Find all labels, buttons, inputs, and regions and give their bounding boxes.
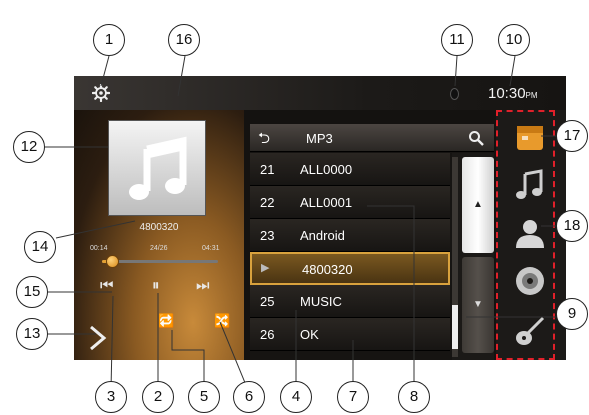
track-name: ALL0001 <box>300 195 353 210</box>
clock-time: 10:30 <box>488 85 526 102</box>
status-bar: 10:30PM <box>74 76 566 110</box>
scrollbar[interactable]: ▲ ▼ <box>452 153 494 360</box>
callout-6: 6 <box>233 381 265 413</box>
callout-1: 1 <box>93 24 125 56</box>
track-name: OK <box>300 327 319 342</box>
track-row[interactable]: 25 MUSIC <box>250 285 450 318</box>
progress-bar[interactable] <box>102 255 218 268</box>
clock: 10:30PM <box>488 85 538 102</box>
scroll-thumb[interactable] <box>452 305 458 349</box>
callout-7: 7 <box>337 381 369 413</box>
callout-16: 16 <box>168 24 200 56</box>
callout-13: 13 <box>16 318 48 350</box>
folder-icon[interactable] <box>513 120 547 154</box>
track-number: 25 <box>260 294 275 309</box>
callout-17: 17 <box>556 120 588 152</box>
repeat-icon[interactable]: 🔁 <box>158 314 174 327</box>
contacts-icon[interactable] <box>513 216 547 250</box>
progress-knob[interactable] <box>106 255 119 268</box>
album-art <box>108 120 206 216</box>
callout-9: 9 <box>556 298 588 330</box>
track-number: 22 <box>260 195 275 210</box>
track-name: Android <box>300 228 345 243</box>
song-title: 4800320 <box>139 222 179 233</box>
microphone-indicator-icon <box>450 88 459 100</box>
callout-5: 5 <box>188 381 220 413</box>
folder-title: MP3 <box>306 131 333 146</box>
pause-button[interactable]: ⏸ <box>152 278 160 293</box>
previous-track-button[interactable]: ⏮ <box>100 278 114 293</box>
track-row[interactable]: 22 ALL0001 <box>250 186 450 219</box>
now-playing-panel: 4800320 00:14 24/26 04:31 ⏮ ⏸ ⏭ 🔁 🔀 <box>74 110 244 360</box>
track-number: 26 <box>260 327 275 342</box>
shuffle-icon[interactable]: 🔀 <box>214 314 230 327</box>
track-row[interactable]: ▶ 4800320 <box>250 252 450 285</box>
search-icon[interactable] <box>468 130 484 146</box>
head-unit-screen: 10:30PM 4800320 00:14 24/26 04:31 ⏮ ⏸ ⏭ … <box>74 76 566 360</box>
callout-2: 2 <box>142 381 174 413</box>
track-name: ALL0000 <box>300 162 353 177</box>
callout-14: 14 <box>24 231 56 263</box>
callout-10: 10 <box>498 24 530 56</box>
next-track-button[interactable]: ⏭ <box>196 278 210 293</box>
callout-8: 8 <box>398 381 430 413</box>
settings-gear-icon[interactable] <box>92 84 110 102</box>
track-name: 4800320 <box>302 262 353 277</box>
clock-suffix: PM <box>525 91 538 100</box>
total-time: 04:31 <box>202 245 220 252</box>
track-number: 23 <box>260 228 275 243</box>
scroll-up-button[interactable]: ▲ <box>462 157 494 253</box>
music-note-icon[interactable] <box>513 168 547 202</box>
callout-4: 4 <box>280 381 312 413</box>
guitar-icon[interactable] <box>513 314 547 348</box>
music-note-icon <box>129 136 187 200</box>
track-row[interactable]: 21 ALL0000 <box>250 153 450 186</box>
elapsed-time: 00:14 <box>90 245 108 252</box>
callout-18: 18 <box>556 210 588 242</box>
callout-12: 12 <box>13 131 45 163</box>
callout-11: 11 <box>441 24 473 56</box>
back-arrow-icon[interactable]: ⮌ <box>258 128 270 153</box>
now-playing-indicator-icon: ▶ <box>261 262 270 274</box>
disc-icon[interactable] <box>513 264 547 298</box>
track-row[interactable]: 23 Android <box>250 219 450 252</box>
chevron-right-icon[interactable] <box>88 325 108 351</box>
scroll-down-button[interactable]: ▼ <box>462 257 494 353</box>
track-list: ⮌ MP3 21 ALL0000 22 ALL0001 23 Android ▶ 480032… <box>250 124 494 360</box>
track-position: 24/26 <box>150 245 168 252</box>
track-name: MUSIC <box>300 294 342 309</box>
source-sidebar <box>496 110 566 360</box>
scroll-track <box>452 157 458 357</box>
track-number: 21 <box>260 162 275 177</box>
callout-15: 15 <box>16 276 48 308</box>
list-header: ⮌ MP3 <box>250 124 494 152</box>
callout-3: 3 <box>95 381 127 413</box>
track-rows: 21 ALL0000 22 ALL0001 23 Android ▶ 4800320 25 MUS… <box>250 153 450 351</box>
track-row[interactable]: 26 OK <box>250 318 450 351</box>
